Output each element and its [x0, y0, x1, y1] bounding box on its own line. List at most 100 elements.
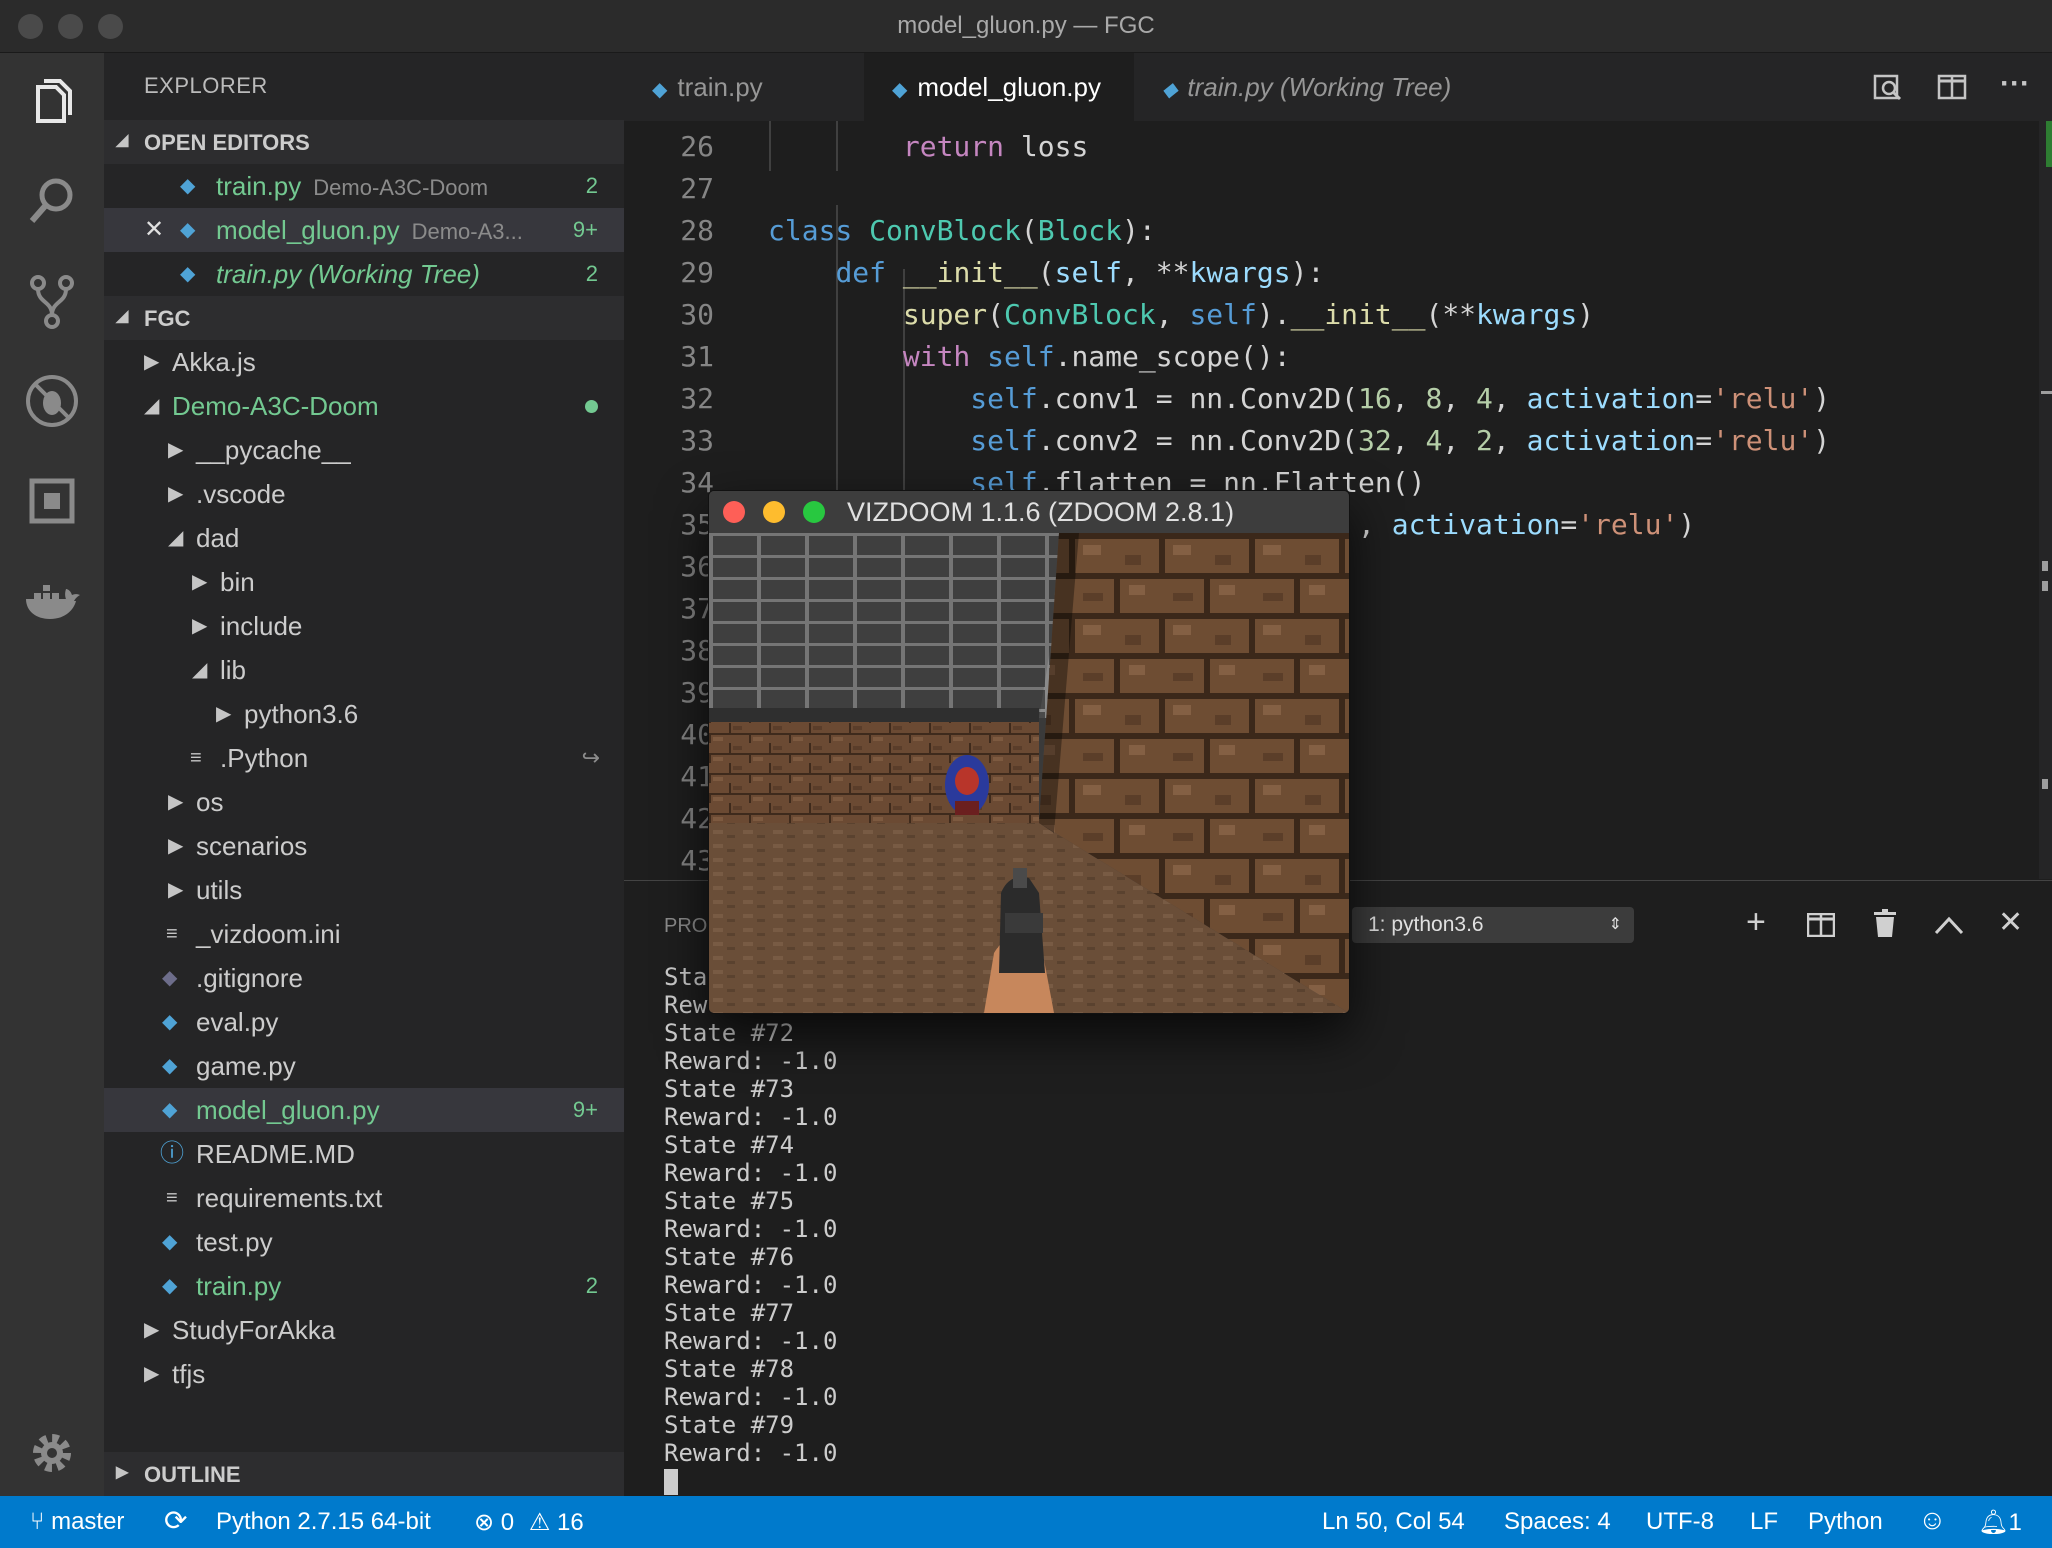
terminal-select[interactable]: 1: python3.6 ⇕ [1352, 907, 1634, 943]
tree-folder[interactable]: ▶ scenarios [104, 824, 624, 868]
tree-folder[interactable]: ▶ StudyForAkka [104, 1308, 624, 1352]
tree-folder[interactable]: ▶ tfjs [104, 1352, 624, 1396]
tree-file[interactable]: ≡ _vizdoom.ini [104, 912, 624, 956]
feedback-smiley-icon[interactable]: ☺ [1918, 1504, 1947, 1536]
new-terminal-icon[interactable]: + [1746, 903, 1766, 942]
split-terminal-icon[interactable] [1806, 912, 1836, 938]
terminal-line: Reward: -1.0 [664, 1439, 838, 1467]
maximize-panel-icon[interactable] [1934, 915, 1964, 935]
terminal-line: Reward: -1.0 [664, 1271, 838, 1299]
tree-folder[interactable]: ▶ os [104, 780, 624, 824]
tree-folder[interactable]: ▶ include [104, 604, 624, 648]
git-branch-item[interactable]: ⑂ master [30, 1508, 124, 1536]
vizdoom-zoom-button[interactable] [803, 501, 825, 523]
search-icon[interactable] [22, 171, 82, 231]
tree-folder[interactable]: ▶ __pycache__ [104, 428, 624, 472]
line-number: 34 [680, 466, 714, 499]
open-editor-item[interactable]: ◆ train.py Demo-A3C-Doom 2 [104, 164, 624, 208]
python-interpreter[interactable]: Python 2.7.15 64-bit [216, 1508, 431, 1536]
python-file-icon: ◆ [180, 263, 196, 285]
cursor-marker [2041, 391, 2052, 394]
vizdoom-title-bar[interactable]: VIZDOOM 1.1.6 (ZDOOM 2.8.1) [709, 491, 1349, 533]
tree-folder[interactable]: ▶ bin [104, 560, 624, 604]
problem-count-badge: 2 [585, 261, 598, 286]
open-editors-header[interactable]: ◢ OPEN EDITORS [104, 120, 624, 164]
terminal-line: State #75 [664, 1187, 795, 1215]
tree-file[interactable]: ≡ .Python ↪ [104, 736, 624, 780]
editor-scrollbar[interactable] [2039, 121, 2052, 879]
tab-model-gluon[interactable]: ◆model_gluon.py ✕ [864, 53, 1134, 173]
modified-dot-icon [585, 400, 598, 413]
tree-file[interactable]: ⓘ README.MD [104, 1132, 624, 1176]
scroll-marker [2042, 779, 2048, 789]
cursor-position[interactable]: Ln 50, Col 54 [1322, 1508, 1465, 1536]
tree-folder[interactable]: ▶ .vscode [104, 472, 624, 516]
tree-folder[interactable]: ◢ Demo-A3C-Doom [104, 384, 624, 428]
tree-folder[interactable]: ▶ Akka.js [104, 340, 624, 384]
code-line: with self.name_scope(): [902, 340, 1291, 373]
line-ending[interactable]: LF [1750, 1508, 1778, 1536]
panel-tab-problems[interactable]: PRO [664, 915, 707, 938]
tree-folder[interactable]: ◢ lib [104, 648, 624, 692]
tree-folder[interactable]: ▶ python3.6 [104, 692, 624, 736]
info-icon: ⓘ [160, 1140, 184, 1167]
vizdoom-title: VIZDOOM 1.1.6 (ZDOOM 2.8.1) [847, 497, 1235, 527]
extensions-icon[interactable] [22, 471, 82, 531]
game-view[interactable] [709, 533, 1349, 1013]
tree-folder[interactable]: ◢ dad [104, 516, 624, 560]
line-number: 42 [680, 802, 714, 835]
docker-icon[interactable] [22, 571, 82, 631]
files-icon[interactable] [22, 73, 82, 133]
sync-icon[interactable]: ⟳ [164, 1504, 187, 1537]
terminal-line: Rew [664, 991, 708, 1019]
bell-icon: 🔔︎ [1978, 1509, 2009, 1536]
explorer-sidebar: EXPLORER ◢ OPEN EDITORS ◆ train.py Demo-A… [104, 53, 624, 1496]
tab-train-working-tree[interactable]: ◆ train.py (Working Tree) [1134, 53, 1514, 121]
open-editor-item[interactable]: ◆ train.py (Working Tree) 2 [104, 252, 624, 296]
text-file-icon: ≡ [166, 1187, 178, 1209]
tree-file[interactable]: ◆ game.py [104, 1044, 624, 1088]
source-control-icon[interactable] [22, 271, 82, 331]
code-line: self.conv2 = nn.Conv2D(32, 4, 2, activat… [970, 424, 1831, 457]
close-panel-icon[interactable]: ✕ [1998, 905, 2023, 940]
vizdoom-minimize-button[interactable] [763, 501, 785, 523]
vizdoom-window[interactable]: VIZDOOM 1.1.6 (ZDOOM 2.8.1) [708, 490, 1350, 1014]
tree-file-selected[interactable]: ◆ model_gluon.py 9+ [104, 1088, 624, 1132]
chevron-right-icon: ▶ [168, 483, 184, 505]
problems-item[interactable]: ⊗ 0 ⚠ 16 [474, 1508, 584, 1537]
tab-train[interactable]: ◆ train.py [624, 53, 864, 121]
open-changes-icon[interactable] [1872, 71, 1904, 103]
tree-file[interactable]: ◆ train.py 2 [104, 1264, 624, 1308]
more-actions-icon[interactable]: ··· [2000, 67, 2030, 101]
terminal-line: Reward: -1.0 [664, 1215, 838, 1243]
indentation[interactable]: Spaces: 4 [1504, 1508, 1611, 1536]
line-number: 37 [680, 592, 714, 625]
split-editor-icon[interactable] [1936, 71, 1968, 103]
vizdoom-close-button[interactable] [723, 501, 745, 523]
tree-file[interactable]: ◆ .gitignore [104, 956, 624, 1000]
python-file-icon: ◆ [162, 1099, 178, 1121]
error-icon: ⊗ [474, 1509, 495, 1536]
outline-header[interactable]: ▶ OUTLINE [104, 1452, 624, 1496]
debug-icon[interactable] [22, 371, 82, 431]
notifications-item[interactable]: 🔔︎1 [1978, 1508, 2022, 1537]
trash-icon[interactable] [1874, 909, 1896, 937]
settings-gear-icon[interactable] [22, 1423, 82, 1483]
sidebar-title: EXPLORER [144, 73, 268, 98]
workspace-header[interactable]: ◢ FGC [104, 296, 624, 340]
python-file-icon: ◆ [162, 1275, 178, 1297]
line-number: 41 [680, 760, 714, 793]
tree-file[interactable]: ≡ requirements.txt [104, 1176, 624, 1220]
tree-folder[interactable]: ▶ utils [104, 868, 624, 912]
line-number: 40 [680, 718, 714, 751]
terminal-line: State #77 [664, 1299, 795, 1327]
chevron-right-icon: ▶ [168, 835, 184, 857]
line-number: 39 [680, 676, 714, 709]
line-number: 27 [680, 172, 714, 205]
encoding[interactable]: UTF-8 [1646, 1508, 1714, 1536]
tree-file[interactable]: ◆ test.py [104, 1220, 624, 1264]
open-editor-item-active[interactable]: ✕ ◆ model_gluon.py Demo-A3... 9+ [104, 208, 624, 252]
language-mode[interactable]: Python [1808, 1508, 1883, 1536]
tree-file[interactable]: ◆ eval.py [104, 1000, 624, 1044]
close-editor-icon[interactable]: ✕ [144, 208, 164, 252]
